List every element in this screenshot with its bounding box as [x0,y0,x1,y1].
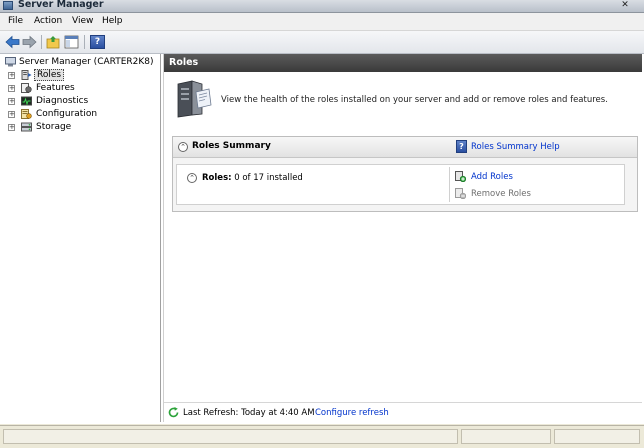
features-icon [21,83,32,93]
collapse-roles-icon[interactable]: ⌃ [187,173,197,183]
tree-item-diagnostics[interactable]: + Diagnostics [7,96,157,108]
help-icon[interactable]: ? [90,35,105,49]
page-title: Roles [169,57,199,68]
roles-description: View the health of the roles installed o… [221,95,608,105]
remove-roles-link[interactable]: Remove Roles [471,189,531,199]
roles-summary-help-link[interactable]: Roles Summary Help [471,142,560,152]
roles-icon [21,70,32,80]
console-tree: Server Manager (CARTER2K8) + Roles + Fea… [2,54,161,422]
back-arrow-icon[interactable] [5,35,20,49]
forward-arrow-icon[interactable] [22,35,37,49]
actions-divider [449,167,450,202]
tree-item-features[interactable]: + Features [7,83,157,95]
tree-item-storage[interactable]: + Storage [7,122,157,134]
status-pane-secondary [461,429,551,444]
tree-root-server-manager[interactable]: Server Manager (CARTER2K8) [5,57,155,69]
status-pane-tertiary [554,429,640,444]
expand-storage-icon[interactable]: + [8,124,15,131]
expand-diagnostics-icon[interactable]: + [8,98,15,105]
expand-roles-icon[interactable]: + [8,72,15,79]
add-roles-icon [455,171,467,183]
content-header: Roles [164,54,642,72]
title-bar: Server Manager ✕ [0,0,644,13]
toolbar-separator [41,35,42,49]
diagnostics-icon [21,96,32,106]
window-title: Server Manager [18,0,104,10]
roles-banner: View the health of the roles installed o… [164,72,642,124]
status-bar [0,425,644,448]
roles-content-pane: Roles View the health of the roles insta… [163,54,642,423]
menu-bar: File Action View Help [0,13,644,31]
up-folder-icon[interactable] [46,35,61,49]
roles-summary-title: Roles Summary [192,141,271,151]
menu-view[interactable]: View [72,16,93,26]
refresh-bar: Last Refresh: Today at 4:40 AM Configure… [164,402,642,423]
tree-item-roles[interactable]: + Roles [7,69,157,82]
storage-icon [21,122,32,132]
last-refresh-text: Last Refresh: Today at 4:40 AM [183,408,315,418]
server-manager-icon [5,57,16,67]
refresh-icon [168,407,179,418]
expand-features-icon[interactable]: + [8,85,15,92]
server-roles-icon [172,80,212,118]
server-manager-app-icon [3,1,13,10]
tree-item-configuration[interactable]: + Configuration [7,109,157,121]
roles-count: Roles: 0 of 17 installed [202,173,303,183]
remove-roles-icon [455,188,467,200]
menu-action[interactable]: Action [34,16,62,26]
show-hide-tree-icon[interactable] [64,35,79,49]
close-window-button[interactable]: ✕ [618,0,632,10]
roles-summary-body: ⌃ Roles: 0 of 17 installed Add Roles Rem… [176,164,625,205]
roles-summary-panel: ⌃ Roles Summary ? Roles Summary Help ⌃ R… [172,136,638,212]
configuration-icon [21,109,32,119]
add-roles-link[interactable]: Add Roles [471,172,513,182]
roles-count-label: Roles: [202,173,232,183]
status-pane-main [3,429,458,444]
toolbar-separator [84,35,85,49]
collapse-summary-icon[interactable]: ⌃ [178,142,188,152]
tree-root-label: Server Manager (CARTER2K8) [19,57,154,67]
tree-item-features-label: Features [36,83,75,93]
expand-configuration-icon[interactable]: + [8,111,15,118]
tree-item-roles-label: Roles [34,69,65,81]
toolbar: ? [0,31,644,54]
roles-count-value: 0 of 17 installed [234,173,303,183]
menu-help[interactable]: Help [102,16,123,26]
menu-file[interactable]: File [8,16,23,26]
tree-item-diagnostics-label: Diagnostics [36,96,89,106]
roles-summary-header[interactable]: ⌃ Roles Summary ? Roles Summary Help [173,137,637,158]
tree-item-storage-label: Storage [36,122,72,132]
help-book-icon[interactable]: ? [456,140,467,153]
configure-refresh-link[interactable]: Configure refresh [315,408,389,418]
tree-item-configuration-label: Configuration [36,109,98,119]
main-area: Server Manager (CARTER2K8) + Roles + Fea… [0,54,644,424]
